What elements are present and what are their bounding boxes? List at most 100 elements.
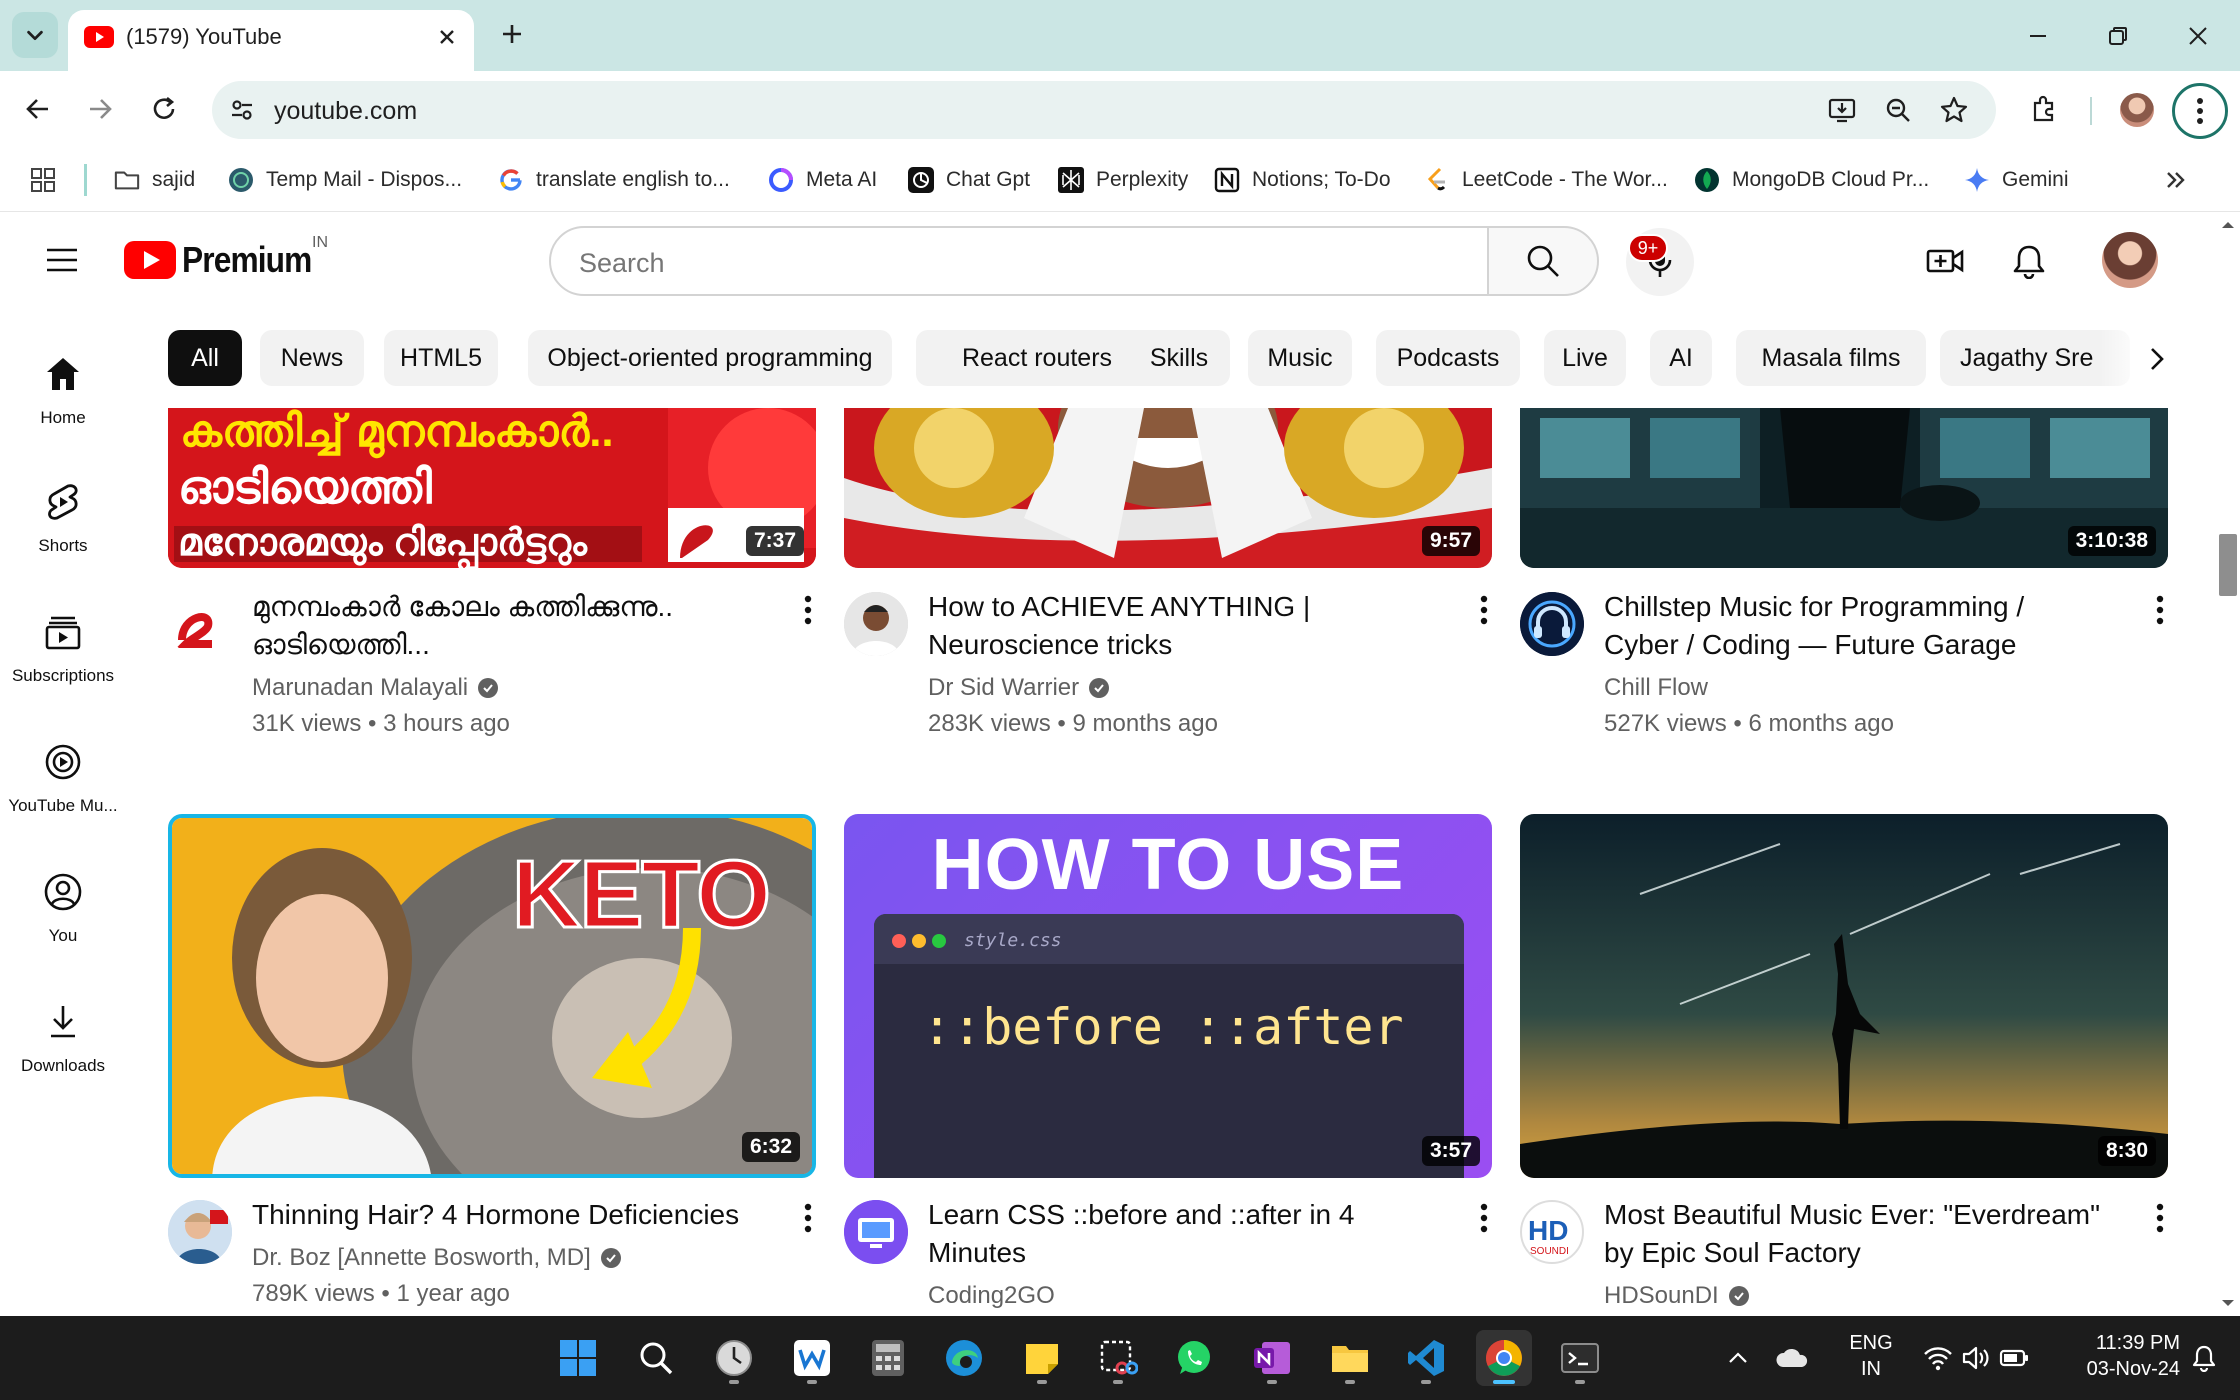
bookmark-meta-ai[interactable]: Meta AI bbox=[768, 162, 877, 198]
taskbar-word[interactable] bbox=[784, 1330, 840, 1386]
channel-avatar[interactable] bbox=[168, 1200, 232, 1264]
channel-avatar[interactable] bbox=[844, 1200, 908, 1264]
bookmark-perplexity[interactable]: Perplexity bbox=[1058, 162, 1188, 198]
install-app-button[interactable] bbox=[1824, 92, 1860, 128]
taskbar-file-explorer[interactable] bbox=[1322, 1330, 1378, 1386]
video-card[interactable]: KETO 6:32 Thinning Hair? 4 Hormone Defic… bbox=[168, 814, 816, 1316]
chip-react-routers[interactable]: React routers bbox=[916, 330, 1158, 386]
bookmark-mongodb[interactable]: MongoDB Cloud Pr... bbox=[1694, 162, 1929, 198]
taskbar-chrome[interactable] bbox=[1476, 1330, 1532, 1386]
apps-button[interactable] bbox=[30, 162, 56, 198]
video-menu-button[interactable] bbox=[1466, 588, 1502, 632]
clock-date[interactable]: 11:39 PM 03-Nov-24 bbox=[2050, 1330, 2180, 1382]
scrollbar-thumb[interactable] bbox=[2219, 534, 2237, 596]
video-channel[interactable]: Dr Sid Warrier bbox=[928, 674, 1110, 702]
bookmark-sajid[interactable]: sajid bbox=[114, 162, 195, 198]
video-channel[interactable]: Dr. Boz [Annette Bosworth, MD] bbox=[252, 1244, 621, 1272]
video-channel[interactable]: Chill Flow bbox=[1604, 674, 1708, 702]
search-button[interactable] bbox=[1487, 226, 1599, 296]
new-tab-button[interactable] bbox=[494, 16, 530, 52]
taskbar-onenote[interactable] bbox=[1244, 1330, 1300, 1386]
create-button[interactable] bbox=[1920, 236, 1970, 286]
bookmark-star-button[interactable] bbox=[1936, 92, 1972, 128]
sidebar-item-subscriptions[interactable]: Subscriptions bbox=[0, 594, 126, 704]
video-thumbnail[interactable]: 9:57 bbox=[844, 408, 1492, 568]
bookmark-temp-mail[interactable]: Temp Mail - Dispos... bbox=[228, 162, 462, 198]
video-title[interactable]: Learn CSS ::before and ::after in 4 Minu… bbox=[928, 1196, 1428, 1272]
taskbar-snipping-tool[interactable] bbox=[1090, 1330, 1146, 1386]
notifications-button[interactable] bbox=[2004, 236, 2054, 286]
bookmark-translate[interactable]: translate english to... bbox=[498, 162, 730, 198]
show-hidden-icons-button[interactable] bbox=[1720, 1330, 1756, 1386]
chip-live[interactable]: Live bbox=[1544, 330, 1626, 386]
search-input[interactable]: Search bbox=[549, 226, 1489, 296]
scroll-up-arrow-icon[interactable] bbox=[2216, 218, 2240, 232]
video-card[interactable]: HOW TO USE style.css ::before ::after 3:… bbox=[844, 814, 1492, 1316]
video-channel[interactable]: Marunadan Malayali bbox=[252, 674, 499, 702]
extensions-button[interactable] bbox=[2022, 87, 2066, 131]
video-title[interactable]: How to ACHIEVE ANYTHING | Neuroscience t… bbox=[928, 588, 1428, 664]
chip-skills[interactable]: Skills bbox=[1128, 330, 1230, 386]
chip-podcasts[interactable]: Podcasts bbox=[1376, 330, 1520, 386]
bookmark-notion[interactable]: Notions; To-Do bbox=[1214, 162, 1391, 198]
video-card[interactable]: 9:57 How to ACHIEVE ANYTHING | Neuroscie… bbox=[844, 408, 1492, 748]
minimize-button[interactable] bbox=[2016, 14, 2060, 58]
chip-all[interactable]: All bbox=[168, 330, 242, 386]
sidebar-item-downloads[interactable]: Downloads bbox=[0, 984, 126, 1094]
video-thumbnail[interactable]: KETO 6:32 bbox=[168, 814, 816, 1178]
forward-button[interactable] bbox=[78, 87, 122, 131]
chip-masala-films[interactable]: Masala films bbox=[1736, 330, 1926, 386]
start-button[interactable] bbox=[550, 1330, 606, 1386]
scroll-down-arrow-icon[interactable] bbox=[2216, 1296, 2240, 1310]
channel-avatar[interactable] bbox=[168, 592, 232, 656]
video-thumbnail[interactable]: HOW TO USE style.css ::before ::after 3:… bbox=[844, 814, 1492, 1178]
video-thumbnail[interactable]: കത്തിച്ച് മുനമ്പംകാർ.. ഓടിയെത്തി മനോരമയു… bbox=[168, 408, 816, 568]
browser-tab[interactable]: (1579) YouTube bbox=[68, 10, 474, 71]
language-indicator[interactable]: ENG IN bbox=[1836, 1330, 1906, 1382]
bookmark-chatgpt[interactable]: Chat Gpt bbox=[908, 162, 1030, 198]
taskbar-edge[interactable] bbox=[936, 1330, 992, 1386]
video-menu-button[interactable] bbox=[790, 1196, 826, 1240]
taskbar-sticky-notes[interactable] bbox=[1014, 1330, 1070, 1386]
account-avatar[interactable] bbox=[2102, 232, 2158, 288]
taskbar-terminal[interactable] bbox=[1552, 1330, 1608, 1386]
taskbar-clock-app[interactable] bbox=[706, 1330, 762, 1386]
channel-avatar[interactable] bbox=[1520, 592, 1584, 656]
url-text[interactable]: youtube.com bbox=[274, 97, 417, 126]
video-channel[interactable]: HDSounDI bbox=[1604, 1282, 1749, 1310]
site-info-button[interactable] bbox=[222, 90, 262, 130]
sidebar-item-you[interactable]: You bbox=[0, 854, 126, 964]
video-title[interactable]: Chillstep Music for Programming / Cyber … bbox=[1604, 588, 2104, 664]
sidebar-item-youtube-music[interactable]: YouTube Mu... bbox=[0, 724, 126, 834]
chip-html5[interactable]: HTML5 bbox=[384, 330, 498, 386]
channel-avatar[interactable] bbox=[844, 592, 908, 656]
taskbar-search[interactable] bbox=[628, 1330, 684, 1386]
video-menu-button[interactable] bbox=[1466, 1196, 1502, 1240]
sidebar-item-shorts[interactable]: Shorts bbox=[0, 464, 126, 574]
video-card[interactable]: കത്തിച്ച് മുനമ്പംകാർ.. ഓടിയെത്തി മനോരമയു… bbox=[168, 408, 816, 748]
chip-music[interactable]: Music bbox=[1248, 330, 1352, 386]
video-title[interactable]: മുനമ്പംകാർ കോലം കത്തിക്കുന്നു.. ഓടിയെത്ത… bbox=[252, 588, 752, 664]
address-bar[interactable]: youtube.com bbox=[212, 81, 1996, 139]
close-tab-button[interactable] bbox=[432, 22, 462, 52]
reload-button[interactable] bbox=[142, 87, 186, 131]
zoom-button[interactable] bbox=[1880, 92, 1916, 128]
guide-menu-button[interactable] bbox=[38, 238, 86, 282]
channel-avatar[interactable]: HD SOUNDI bbox=[1520, 1200, 1584, 1264]
chip-news[interactable]: News bbox=[260, 330, 364, 386]
page-scrollbar[interactable] bbox=[2216, 212, 2240, 1316]
video-menu-button[interactable] bbox=[790, 588, 826, 632]
video-menu-button[interactable] bbox=[2142, 1196, 2178, 1240]
video-title[interactable]: Most Beautiful Music Ever: "Everdream" b… bbox=[1604, 1196, 2104, 1272]
bookmark-gemini[interactable]: Gemini bbox=[1964, 162, 2069, 198]
browser-menu-button[interactable] bbox=[2172, 83, 2228, 139]
chip-object-oriented-programming[interactable]: Object-oriented programming bbox=[528, 330, 892, 386]
chip-ai[interactable]: AI bbox=[1650, 330, 1712, 386]
bookmark-leetcode[interactable]: LeetCode - The Wor... bbox=[1424, 162, 1668, 198]
taskbar-calculator[interactable] bbox=[860, 1330, 916, 1386]
sidebar-item-home[interactable]: Home bbox=[0, 336, 126, 446]
video-title[interactable]: Thinning Hair? 4 Hormone Deficiencies bbox=[252, 1196, 752, 1234]
onedrive-button[interactable] bbox=[1770, 1330, 1814, 1386]
video-channel[interactable]: Coding2GO bbox=[928, 1282, 1055, 1310]
more-bookmarks-button[interactable] bbox=[2164, 162, 2188, 198]
